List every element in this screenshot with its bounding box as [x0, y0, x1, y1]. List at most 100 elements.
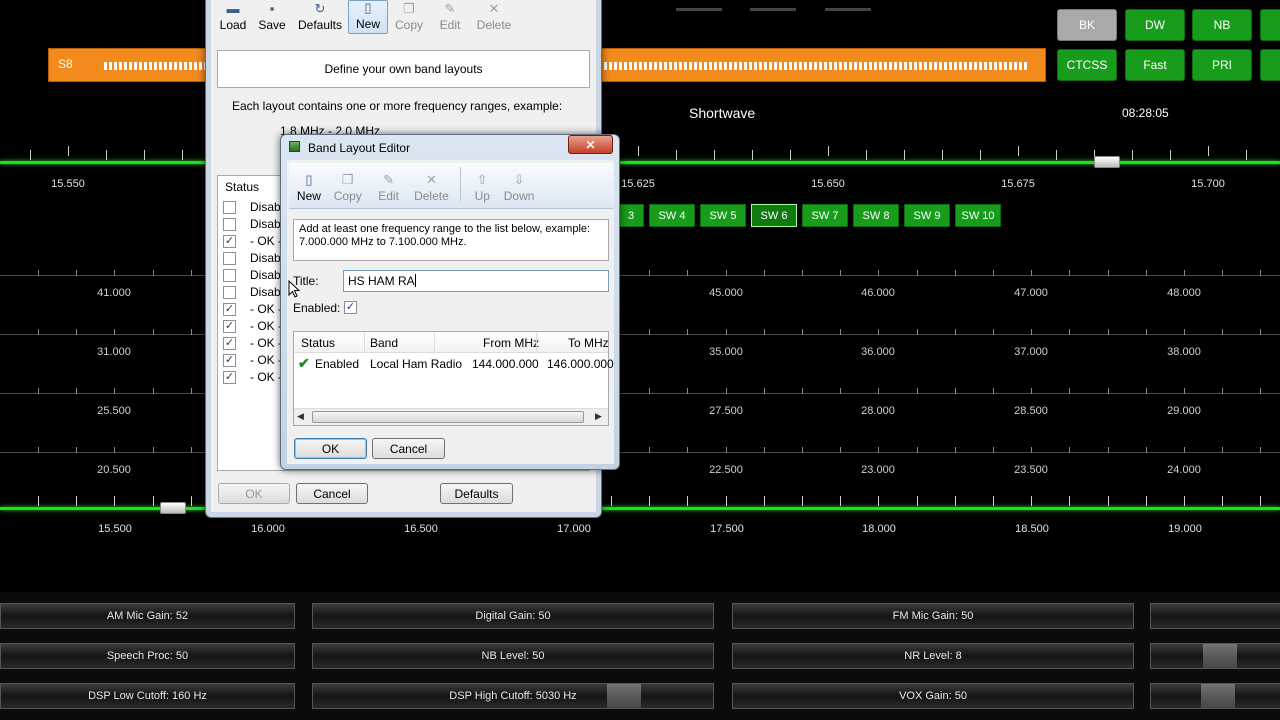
scale-tick: [1031, 496, 1032, 506]
nb-level-slider[interactable]: NB Level: 50: [312, 643, 714, 669]
save-button[interactable]: ▪ Save: [252, 0, 292, 34]
extra-button[interactable]: [1260, 49, 1280, 81]
grid-tick: [153, 270, 154, 276]
fast-button[interactable]: Fast: [1125, 49, 1185, 81]
layout-enabled-checkbox[interactable]: [223, 201, 236, 214]
new-button[interactable]: ▯ New: [291, 167, 327, 205]
sw-button[interactable]: SW 6: [751, 204, 797, 227]
title-input[interactable]: HS HAM RA: [343, 270, 609, 292]
down-button[interactable]: ⇩ Down: [497, 167, 541, 205]
grid-tick: [840, 329, 841, 335]
layout-enabled-checkbox[interactable]: ✓: [223, 303, 236, 316]
scale-slider[interactable]: [1094, 156, 1120, 168]
frequency-scale-lower: [0, 507, 1280, 510]
pri-button[interactable]: PRI: [1192, 49, 1252, 81]
grid-label: 47.000: [1014, 287, 1048, 299]
scale-tick: [649, 496, 650, 506]
grid-tick: [726, 270, 727, 276]
grid-tick: [38, 329, 39, 335]
scale-tick: [1222, 496, 1223, 506]
delete-button[interactable]: ✕ Delete: [470, 0, 518, 34]
load-button[interactable]: ▬ Load: [214, 0, 252, 34]
app-icon: [289, 141, 300, 152]
scale-tick: [153, 496, 154, 506]
scroll-left-icon[interactable]: ◀: [297, 411, 304, 422]
fm-mic-gain-slider[interactable]: FM Mic Gain: 50: [732, 603, 1134, 629]
enabled-checkbox[interactable]: ✓: [344, 301, 357, 314]
grid-tick: [1146, 447, 1147, 453]
delete-button[interactable]: ✕ Delete: [409, 167, 455, 205]
layout-enabled-checkbox[interactable]: ✓: [223, 354, 236, 367]
scale-tick: [76, 496, 77, 506]
close-button[interactable]: ✕: [568, 135, 613, 154]
layout-enabled-checkbox[interactable]: ✓: [223, 320, 236, 333]
sw-button[interactable]: 3: [618, 204, 644, 227]
sw-button[interactable]: SW 9: [904, 204, 950, 227]
bk-button[interactable]: BK: [1057, 9, 1117, 41]
grid-tick: [1069, 270, 1070, 276]
layout-enabled-checkbox[interactable]: [223, 252, 236, 265]
status-column-header[interactable]: Status: [301, 336, 335, 350]
sw-button[interactable]: SW 5: [700, 204, 746, 227]
dw-button[interactable]: DW: [1125, 9, 1185, 41]
digital-gain-slider[interactable]: Digital Gain: 50: [312, 603, 714, 629]
grid-tick: [802, 447, 803, 453]
layout-status: Disab: [250, 285, 281, 299]
speech-proc-slider[interactable]: Speech Proc: 50: [0, 643, 295, 669]
scrollbar-thumb[interactable]: [312, 411, 584, 423]
sw-button[interactable]: SW 8: [853, 204, 899, 227]
layout-enabled-checkbox[interactable]: ✓: [223, 337, 236, 350]
cancel-button[interactable]: Cancel: [372, 438, 445, 459]
defaults-button[interactable]: ↻ Defaults: [292, 0, 348, 34]
row-from: 144.000.000: [472, 357, 539, 371]
ok-button[interactable]: OK: [218, 483, 290, 504]
slider-thumb[interactable]: [1201, 684, 1235, 708]
layout-enabled-checkbox[interactable]: ✓: [223, 235, 236, 248]
grid-tick: [1184, 329, 1185, 335]
slider-thumb[interactable]: [607, 684, 641, 708]
grid-tick: [687, 447, 688, 453]
edit-button[interactable]: ✎ Edit: [369, 167, 409, 205]
grid-tick: [764, 329, 765, 335]
layout-enabled-checkbox[interactable]: [223, 286, 236, 299]
dsp-low-cutoff-slider[interactable]: DSP Low Cutoff: 160 Hz: [0, 683, 295, 709]
status-column-header[interactable]: Status: [225, 180, 259, 194]
layout-enabled-checkbox[interactable]: ✓: [223, 371, 236, 384]
to-column-header[interactable]: To MHz: [568, 336, 609, 350]
up-button[interactable]: ⇧ Up: [467, 167, 497, 205]
copy-button[interactable]: ❐ Copy: [327, 167, 369, 205]
nb-button[interactable]: NB: [1192, 9, 1252, 41]
sw-button[interactable]: SW 7: [802, 204, 848, 227]
extra-button[interactable]: [1260, 9, 1280, 41]
dsp-high-cutoff-slider[interactable]: DSP High Cutoff: 5030 Hz: [312, 683, 714, 709]
sw-button[interactable]: SW 4: [649, 204, 695, 227]
new-button[interactable]: ▯ New: [348, 0, 388, 34]
edit-button[interactable]: ✎ Edit: [430, 0, 470, 34]
nr-level-slider[interactable]: NR Level: 8: [732, 643, 1134, 669]
vox-gain-slider[interactable]: VOX Gain: 50: [732, 683, 1134, 709]
am-mic-gain-slider[interactable]: AM Mic Gain: 52: [0, 603, 295, 629]
ok-button[interactable]: OK: [294, 438, 367, 459]
grid-tick: [955, 388, 956, 394]
layout-enabled-checkbox[interactable]: [223, 218, 236, 231]
from-column-header[interactable]: From MHz: [483, 336, 539, 350]
table-row[interactable]: ✔ Enabled Local Ham Radio 144.000.000 14…: [294, 354, 614, 374]
defaults-button[interactable]: Defaults: [440, 483, 513, 504]
grid-tick: [687, 388, 688, 394]
scale-tick: [980, 150, 981, 160]
scale-tick: [114, 496, 115, 506]
layout-enabled-checkbox[interactable]: [223, 269, 236, 282]
sw-button[interactable]: SW 10: [955, 204, 1001, 227]
slider-thumb[interactable]: [1203, 644, 1237, 668]
scale-label: 18.500: [1015, 523, 1049, 535]
cancel-button[interactable]: Cancel: [296, 483, 368, 504]
band-column-header[interactable]: Band: [370, 336, 398, 350]
ctcss-button[interactable]: CTCSS: [1057, 49, 1117, 81]
grid-tick: [1184, 447, 1185, 453]
gain-slider[interactable]: [1150, 603, 1280, 629]
grid-tick: [1184, 270, 1185, 276]
horizontal-scrollbar[interactable]: ◀ ▶: [294, 408, 608, 425]
scale-slider[interactable]: [160, 502, 186, 514]
copy-button[interactable]: ❐ Copy: [388, 0, 430, 34]
scroll-right-icon[interactable]: ▶: [595, 411, 602, 422]
